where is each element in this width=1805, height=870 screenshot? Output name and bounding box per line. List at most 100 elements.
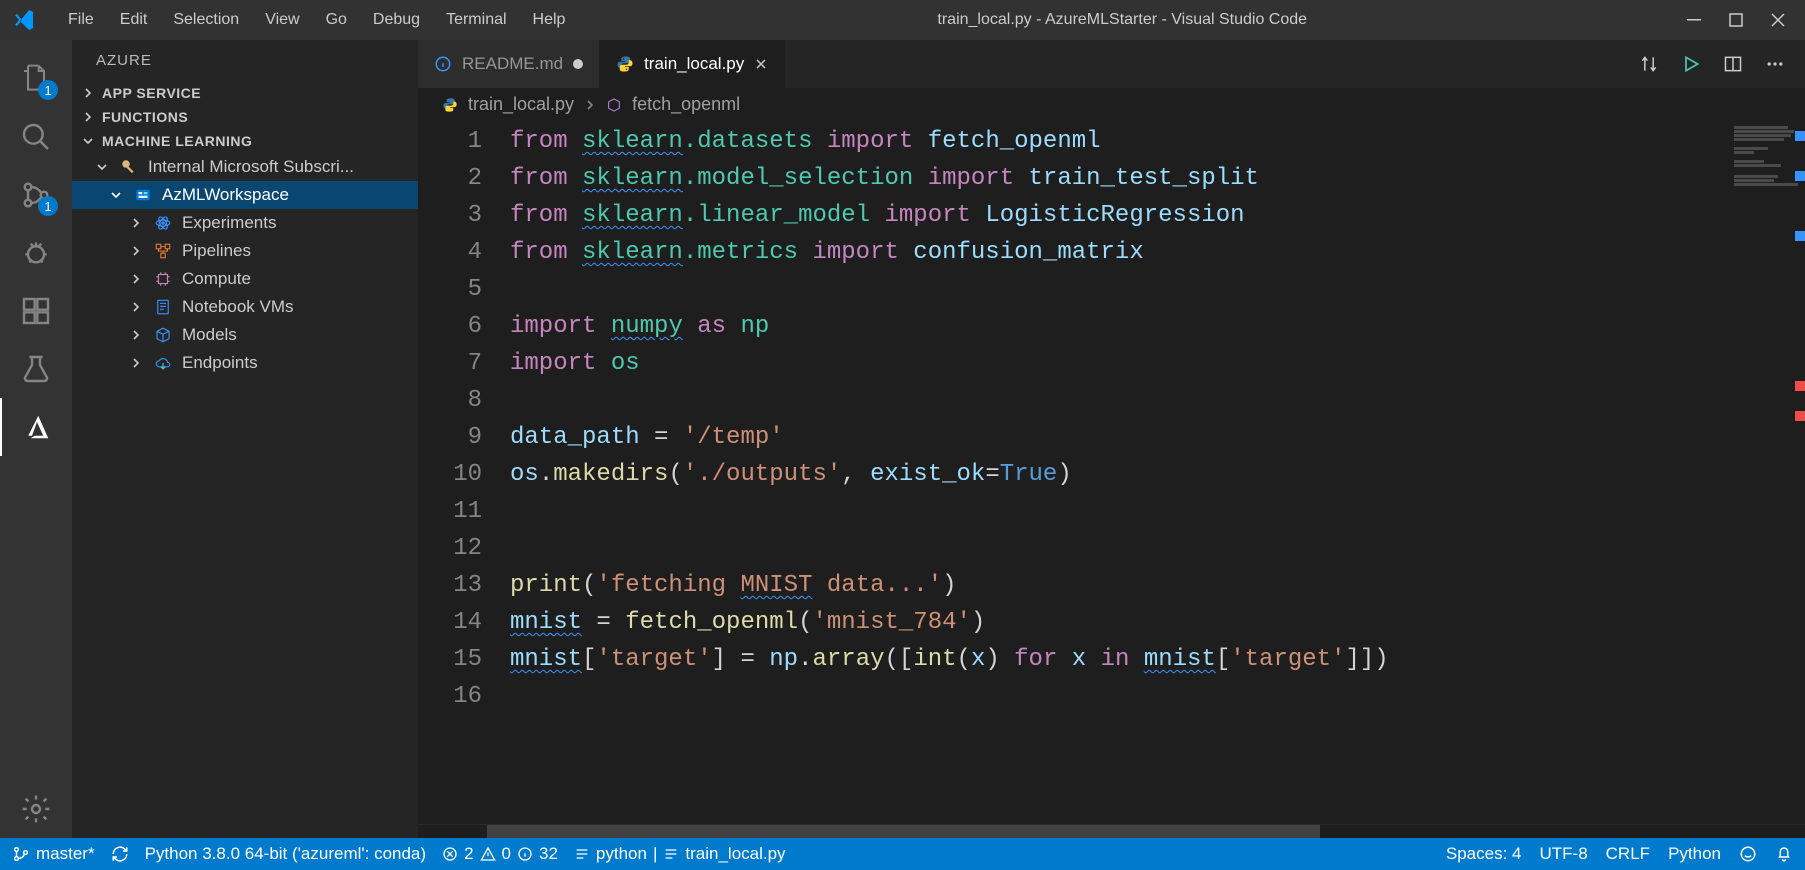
atom-icon — [152, 214, 174, 232]
python-icon — [616, 55, 634, 73]
chevron-right-icon — [130, 329, 144, 341]
tree-item-label: Internal Microsoft Subscri... — [148, 157, 354, 177]
activity-test[interactable] — [0, 340, 72, 398]
scm-badge: 1 — [38, 196, 58, 216]
status-encoding[interactable]: UTF-8 — [1539, 844, 1587, 864]
chevron-down-icon — [110, 189, 124, 201]
editor-actions — [1639, 40, 1805, 88]
more-icon[interactable] — [1765, 54, 1785, 74]
breadcrumb-file: train_local.py — [468, 94, 574, 115]
chevron-right-icon — [130, 273, 144, 285]
run-icon[interactable] — [1681, 54, 1701, 74]
chevron-right-icon — [584, 99, 596, 111]
close-button[interactable] — [1771, 13, 1785, 27]
activity-explorer[interactable]: 1 — [0, 50, 72, 108]
activity-azure[interactable] — [0, 398, 72, 456]
menu-file[interactable]: File — [56, 5, 106, 35]
activity-settings[interactable] — [0, 780, 72, 838]
menu-terminal[interactable]: Terminal — [434, 5, 518, 35]
branch-label: master* — [36, 844, 95, 864]
status-python[interactable]: Python 3.8.0 64-bit ('azureml': conda) — [145, 844, 426, 864]
tree-item-label: Notebook VMs — [182, 297, 294, 317]
activitybar: 1 1 — [0, 40, 72, 838]
line-gutter: 12345678910111213141516 — [418, 121, 510, 824]
chevron-right-icon — [130, 357, 144, 369]
file-label: train_local.py — [685, 844, 785, 864]
menu-help[interactable]: Help — [521, 5, 578, 35]
status-eol[interactable]: CRLF — [1606, 844, 1650, 864]
tab-label: train_local.py — [644, 54, 744, 74]
horizontal-scrollbar[interactable] — [418, 824, 1805, 838]
editor-body[interactable]: 12345678910111213141516 from sklearn.dat… — [418, 121, 1805, 824]
status-sync[interactable] — [111, 845, 129, 863]
env-label: python — [596, 844, 647, 864]
breadcrumb[interactable]: train_local.py fetch_openml — [418, 88, 1805, 121]
section-label: FUNCTIONS — [102, 109, 188, 125]
pipeline-icon — [152, 242, 174, 260]
status-branch[interactable]: master* — [12, 844, 95, 864]
key-icon — [118, 158, 140, 176]
menu-edit[interactable]: Edit — [108, 5, 160, 35]
tree-models[interactable]: Models — [72, 321, 418, 349]
chevron-right-icon — [82, 111, 94, 123]
minimize-button[interactable] — [1687, 13, 1701, 27]
minimap[interactable] — [1730, 121, 1805, 824]
tree-experiments[interactable]: Experiments — [72, 209, 418, 237]
chevron-down-icon — [96, 161, 110, 173]
tree-notebookvms[interactable]: Notebook VMs — [72, 293, 418, 321]
chevron-right-icon — [130, 217, 144, 229]
tree-item-label: Pipelines — [182, 241, 251, 261]
code-content[interactable]: from sklearn.datasets import fetch_openm… — [510, 121, 1730, 824]
status-feedback[interactable] — [1739, 845, 1757, 863]
section-machine-learning[interactable]: MACHINE LEARNING — [72, 129, 418, 153]
menu-selection[interactable]: Selection — [161, 5, 251, 35]
tab-readme[interactable]: README.md — [418, 40, 600, 88]
maximize-button[interactable] — [1729, 13, 1743, 27]
status-problems[interactable]: 2 0 32 — [442, 844, 558, 864]
tree-endpoints[interactable]: Endpoints — [72, 349, 418, 377]
warnings-count: 0 — [502, 844, 511, 864]
titlebar: File Edit Selection View Go Debug Termin… — [0, 0, 1805, 40]
status-lang[interactable]: Python — [1668, 844, 1721, 864]
python-icon — [442, 97, 458, 113]
activity-extensions[interactable] — [0, 282, 72, 340]
tab-label: README.md — [462, 54, 563, 74]
tree-item-label: Compute — [182, 269, 251, 289]
status-spaces[interactable]: Spaces: 4 — [1446, 844, 1522, 864]
tree-compute[interactable]: Compute — [72, 265, 418, 293]
sidebar: AZURE APP SERVICE FUNCTIONS MACHINE LEAR… — [72, 40, 418, 838]
notebook-icon — [152, 298, 174, 316]
vscode-logo-icon — [10, 6, 38, 34]
tab-train-local[interactable]: train_local.py — [600, 40, 785, 88]
status-bell[interactable] — [1775, 845, 1793, 863]
tree-pipelines[interactable]: Pipelines — [72, 237, 418, 265]
chip-icon — [152, 270, 174, 288]
menu-go[interactable]: Go — [314, 5, 359, 35]
cube-icon — [152, 326, 174, 344]
menu-debug[interactable]: Debug — [361, 5, 432, 35]
activity-search[interactable] — [0, 108, 72, 166]
chevron-down-icon — [82, 135, 94, 147]
menu-view[interactable]: View — [253, 5, 311, 35]
errors-count: 2 — [464, 844, 473, 864]
explorer-badge: 1 — [38, 80, 58, 100]
status-env[interactable]: python | train_local.py — [574, 844, 786, 864]
chevron-right-icon — [130, 245, 144, 257]
editor-area: README.md train_local.py — [418, 40, 1805, 838]
section-app-service[interactable]: APP SERVICE — [72, 81, 418, 105]
section-functions[interactable]: FUNCTIONS — [72, 105, 418, 129]
workspace-icon — [132, 186, 154, 204]
tree-subscription[interactable]: Internal Microsoft Subscri... — [72, 153, 418, 181]
python-label: Python 3.8.0 64-bit ('azureml': conda) — [145, 844, 426, 864]
menubar: File Edit Selection View Go Debug Termin… — [56, 5, 577, 35]
info-count: 32 — [539, 844, 558, 864]
activity-scm[interactable]: 1 — [0, 166, 72, 224]
tree-item-label: AzMLWorkspace — [162, 185, 289, 205]
tree-item-label: Experiments — [182, 213, 276, 233]
close-icon[interactable] — [754, 57, 768, 71]
compare-icon[interactable] — [1639, 54, 1659, 74]
sep: | — [653, 844, 657, 864]
split-icon[interactable] — [1723, 54, 1743, 74]
tree-workspace[interactable]: AzMLWorkspace — [72, 181, 418, 209]
activity-debug[interactable] — [0, 224, 72, 282]
